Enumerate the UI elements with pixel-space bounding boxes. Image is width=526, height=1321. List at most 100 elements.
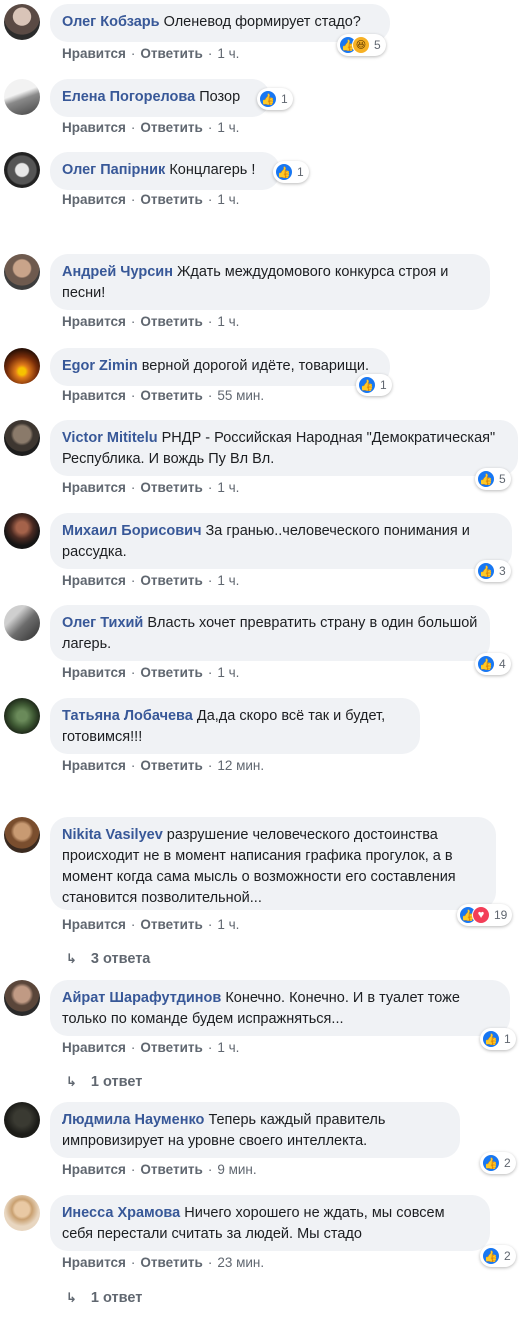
reactions-badge[interactable]: 👍 1 (480, 1028, 516, 1050)
comment-bubble: Egor Zimin верной дорогой идёте, товарищ… (50, 348, 390, 386)
author-name[interactable]: Victor Mititelu (62, 430, 158, 446)
comment-text: Позор (199, 89, 241, 105)
timestamp[interactable]: 23 мин. (217, 1255, 264, 1270)
like-icon: 👍 (259, 90, 277, 108)
comment-text: верной дорогой идёте, товарищи. (141, 358, 370, 374)
haha-icon: 😆 (352, 36, 370, 54)
like-link[interactable]: Нравится (62, 758, 126, 773)
reactions-badge[interactable]: 👍 4 (475, 653, 511, 675)
timestamp[interactable]: 9 мин. (217, 1162, 256, 1177)
reply-link[interactable]: Ответить (140, 665, 202, 680)
timestamp[interactable]: 1 ч. (217, 917, 239, 932)
avatar[interactable] (4, 1195, 40, 1231)
view-replies-link[interactable]: ↳ 3 ответа (66, 951, 150, 967)
like-icon: 👍 (477, 470, 495, 488)
timestamp[interactable]: 12 мин. (217, 758, 264, 773)
like-link[interactable]: Нравится (62, 1255, 126, 1270)
reply-link[interactable]: Ответить (140, 314, 202, 329)
comment-bubble: Олег Кобзарь Оленевод формирует стадо? (50, 4, 390, 42)
like-link[interactable]: Нравится (62, 1040, 126, 1055)
like-icon: 👍 (482, 1154, 500, 1172)
reply-link[interactable]: Ответить (140, 480, 202, 495)
comment-bubble: Андрей Чурсин Ждать междудомового конкур… (50, 254, 490, 310)
avatar[interactable] (4, 1102, 40, 1138)
reply-link[interactable]: Ответить (140, 573, 202, 588)
timestamp[interactable]: 55 мин. (217, 388, 264, 403)
timestamp[interactable]: 1 ч. (217, 1040, 239, 1055)
avatar[interactable] (4, 817, 40, 853)
reply-link[interactable]: Ответить (140, 192, 202, 207)
reply-link[interactable]: Ответить (140, 120, 202, 135)
reply-link[interactable]: Ответить (140, 46, 202, 61)
avatar[interactable] (4, 980, 40, 1016)
reply-link[interactable]: Ответить (140, 1162, 202, 1177)
comment-bubble: Олег Тихий Власть хочет превратить стран… (50, 605, 490, 661)
like-link[interactable]: Нравится (62, 1162, 126, 1177)
avatar[interactable] (4, 513, 40, 549)
comment-bubble: Nikita Vasilyev разрушение человеческого… (50, 817, 496, 910)
author-name[interactable]: Инесса Храмова (62, 1205, 180, 1221)
like-link[interactable]: Нравится (62, 192, 126, 207)
author-name[interactable]: Андрей Чурсин (62, 264, 173, 280)
reply-link[interactable]: Ответить (140, 917, 202, 932)
love-icon: ♥ (472, 906, 490, 924)
author-name[interactable]: Елена Погорелова (62, 89, 195, 105)
author-name[interactable]: Людмила Науменко (62, 1112, 204, 1128)
timestamp[interactable]: 1 ч. (217, 573, 239, 588)
author-name[interactable]: Олег Папірник (62, 162, 165, 178)
avatar[interactable] (4, 152, 40, 188)
like-icon: 👍 (482, 1030, 500, 1048)
view-replies-link[interactable]: ↳ 1 ответ (66, 1074, 142, 1090)
author-name[interactable]: Айрат Шарафутдинов (62, 990, 221, 1006)
like-link[interactable]: Нравится (62, 665, 126, 680)
reactions-badge[interactable]: 👍 2 (480, 1152, 516, 1174)
comment-actions: Нравится · Ответить · 1 ч. (62, 1040, 240, 1055)
avatar[interactable] (4, 605, 40, 641)
timestamp[interactable]: 1 ч. (217, 665, 239, 680)
avatar[interactable] (4, 79, 40, 115)
timestamp[interactable]: 1 ч. (217, 192, 239, 207)
comment-actions: Нравится · Ответить · 1 ч. (62, 573, 240, 588)
reactions-badge[interactable]: 👍 😆 5 (337, 34, 386, 56)
reactions-badge[interactable]: 👍 1 (273, 161, 309, 183)
author-name[interactable]: Олег Кобзарь (62, 14, 160, 30)
reactions-badge[interactable]: 👍 1 (257, 88, 293, 110)
like-link[interactable]: Нравится (62, 46, 126, 61)
like-link[interactable]: Нравится (62, 314, 126, 329)
like-link[interactable]: Нравится (62, 917, 126, 932)
avatar[interactable] (4, 420, 40, 456)
comment-bubble: Татьяна Лобачева Да,да скоро всё так и б… (50, 698, 420, 754)
avatar[interactable] (4, 698, 40, 734)
like-link[interactable]: Нравится (62, 480, 126, 495)
author-name[interactable]: Nikita Vasilyev (62, 827, 163, 843)
reply-arrow-icon: ↳ (66, 1290, 77, 1305)
reply-link[interactable]: Ответить (140, 1255, 202, 1270)
author-name[interactable]: Олег Тихий (62, 615, 143, 631)
reactions-badge[interactable]: 👍 3 (475, 560, 511, 582)
reactions-badge[interactable]: 👍 1 (356, 374, 392, 396)
avatar[interactable] (4, 348, 40, 384)
reply-arrow-icon: ↳ (66, 951, 77, 966)
reply-link[interactable]: Ответить (140, 758, 202, 773)
reply-link[interactable]: Ответить (140, 1040, 202, 1055)
avatar[interactable] (4, 254, 40, 290)
timestamp[interactable]: 1 ч. (217, 46, 239, 61)
reactions-badge[interactable]: 👍 2 (480, 1245, 516, 1267)
like-link[interactable]: Нравится (62, 388, 126, 403)
reactions-badge[interactable]: 👍 5 (475, 468, 511, 490)
timestamp[interactable]: 1 ч. (217, 314, 239, 329)
like-icon: 👍 (477, 655, 495, 673)
author-name[interactable]: Татьяна Лобачева (62, 708, 193, 724)
timestamp[interactable]: 1 ч. (217, 480, 239, 495)
reply-link[interactable]: Ответить (140, 388, 202, 403)
comment-bubble: Олег Папірник Концлагерь ! (50, 152, 280, 190)
author-name[interactable]: Egor Zimin (62, 358, 138, 374)
author-name[interactable]: Михаил Борисович (62, 523, 202, 539)
view-replies-link[interactable]: ↳ 1 ответ (66, 1290, 142, 1306)
avatar[interactable] (4, 4, 40, 40)
timestamp[interactable]: 1 ч. (217, 120, 239, 135)
comment-actions: Нравится · Ответить · 1 ч. (62, 120, 240, 135)
reactions-badge[interactable]: 👍 ♥ 19 (457, 904, 513, 926)
like-link[interactable]: Нравится (62, 120, 126, 135)
like-link[interactable]: Нравится (62, 573, 126, 588)
